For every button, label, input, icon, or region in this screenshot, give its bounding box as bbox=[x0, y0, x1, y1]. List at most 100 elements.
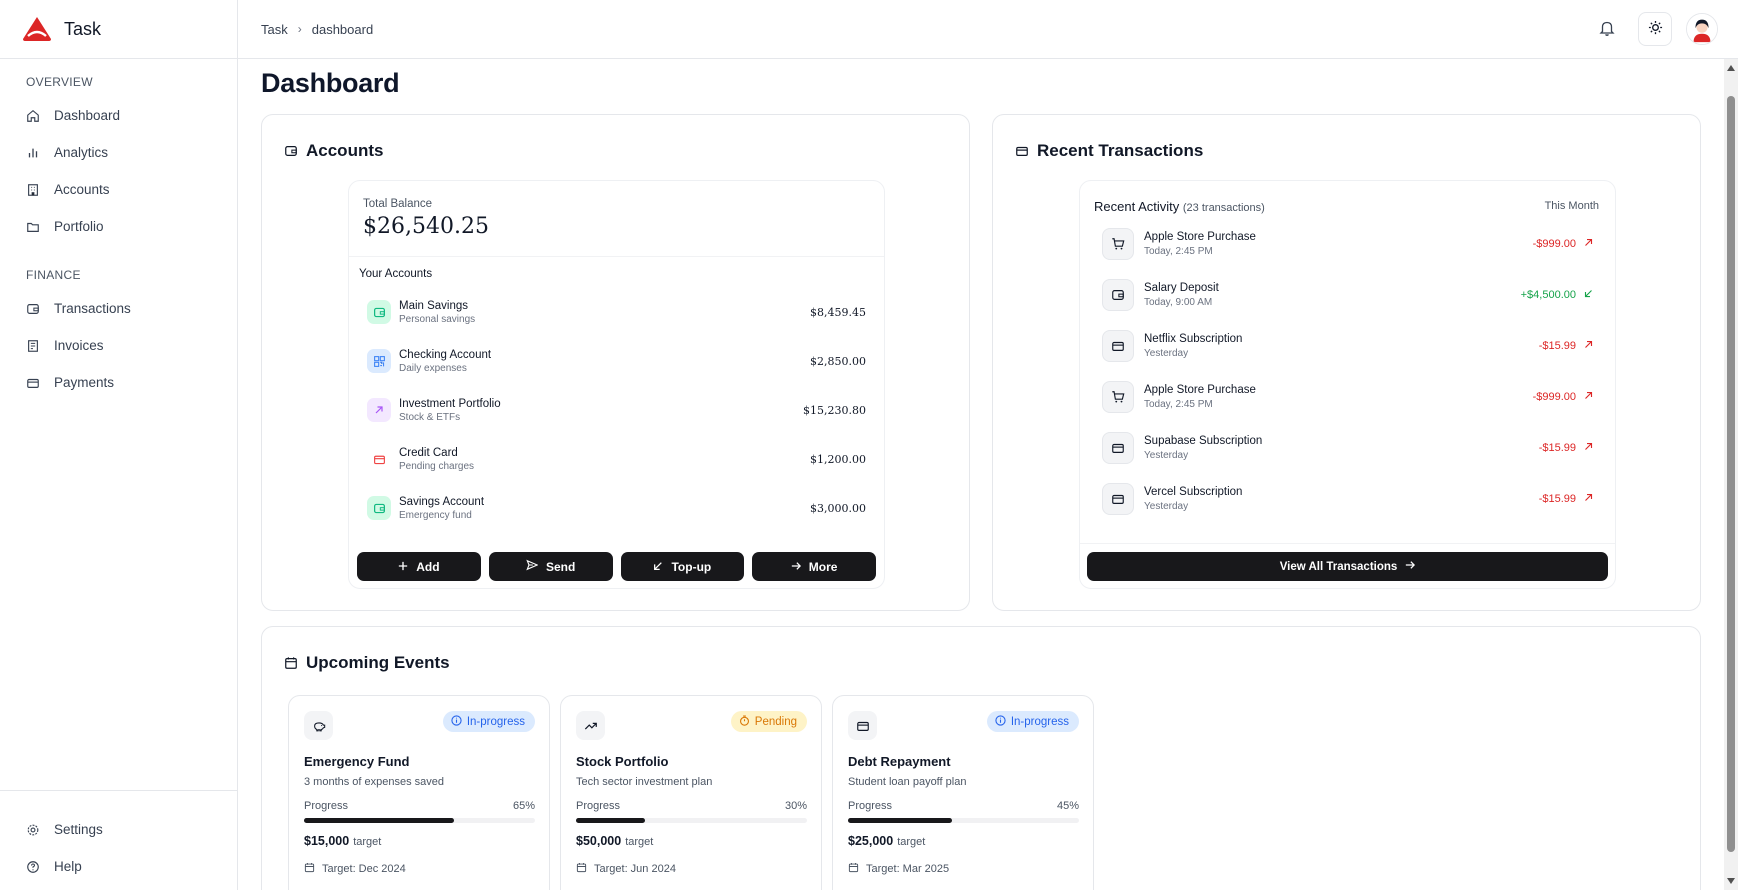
transaction-name: Apple Store Purchase bbox=[1144, 383, 1256, 396]
status-badge: In-progress bbox=[442, 711, 535, 732]
target-date: Target: Jun 2024 bbox=[594, 863, 676, 875]
transaction-row[interactable]: Apple Store Purchase Today, 2:45 PM -$99… bbox=[1102, 226, 1593, 262]
breadcrumb-root[interactable]: Task bbox=[261, 22, 288, 37]
transaction-amount: +$4,500.00 bbox=[1521, 289, 1593, 301]
cart-icon bbox=[1102, 228, 1134, 260]
account-amount: $1,200.00 bbox=[810, 452, 866, 466]
cart-icon bbox=[1102, 381, 1134, 413]
account-name: Main Savings bbox=[399, 299, 469, 312]
sidebar-item-label: Invoices bbox=[54, 338, 104, 353]
send-button[interactable]: Send bbox=[488, 552, 613, 581]
transaction-info: Netflix Subscription Yesterday bbox=[1144, 332, 1242, 361]
wallet-icon bbox=[284, 144, 298, 158]
event-card[interactable]: Pending Stock Portfolio Tech sector inve… bbox=[560, 695, 822, 890]
avatar[interactable] bbox=[1686, 13, 1718, 45]
arrow-down-left-icon bbox=[653, 560, 663, 574]
account-sub: Stock & ETFs bbox=[399, 411, 461, 423]
brand[interactable]: Task bbox=[0, 0, 237, 59]
progress-fill bbox=[848, 818, 952, 823]
transaction-info: Apple Store Purchase Today, 2:45 PM bbox=[1144, 383, 1256, 412]
scrollbar-thumb[interactable] bbox=[1727, 96, 1735, 852]
sidebar-item-payments[interactable]: Payments bbox=[0, 364, 237, 401]
accounts-card-title: Accounts bbox=[284, 141, 383, 161]
qr-code-icon bbox=[367, 349, 391, 373]
arrow-up-right-icon bbox=[1584, 238, 1593, 250]
send-button-label: Send bbox=[545, 559, 576, 574]
transaction-time: Today, 9:00 AM bbox=[1144, 296, 1213, 308]
account-sub: Emergency fund bbox=[399, 509, 472, 521]
account-info: Investment Portfolio Stock & ETFs bbox=[399, 397, 501, 424]
account-row[interactable]: Savings Account Emergency fund $3,000.00 bbox=[367, 490, 866, 526]
period-label[interactable]: This Month bbox=[1545, 200, 1599, 212]
credit-card-icon bbox=[26, 376, 40, 390]
sidebar-item-help[interactable]: Help bbox=[0, 848, 237, 885]
transactions-panel: Recent Activity (23 transactions) This M… bbox=[1079, 180, 1616, 589]
arrow-down-left-icon bbox=[1584, 289, 1593, 301]
bell-icon bbox=[1598, 19, 1616, 40]
transactions-card-title: Recent Transactions bbox=[1015, 141, 1203, 161]
piggy-bank-icon bbox=[304, 711, 333, 740]
progress-label: Progress bbox=[304, 800, 349, 812]
sidebar-item-dashboard[interactable]: Dashboard bbox=[0, 97, 237, 134]
status-text: Pending bbox=[754, 715, 797, 728]
target-amount: $50,000 bbox=[576, 834, 622, 848]
view-all-transactions-button[interactable]: View All Transactions bbox=[1087, 552, 1608, 581]
transaction-amount: -$15.99 bbox=[1539, 493, 1593, 505]
account-row[interactable]: Checking Account Daily expenses $2,850.0… bbox=[367, 343, 866, 379]
status-text: In-progress bbox=[466, 715, 525, 728]
account-row[interactable]: Main Savings Personal savings $8,459.45 bbox=[367, 294, 866, 330]
account-amount: $2,850.00 bbox=[810, 354, 866, 368]
sidebar-item-label: Transactions bbox=[54, 301, 131, 316]
amount-text: -$999.00 bbox=[1532, 238, 1576, 250]
status-text: In-progress bbox=[1010, 715, 1069, 728]
transaction-row[interactable]: Supabase Subscription Yesterday -$15.99 bbox=[1102, 430, 1593, 466]
account-row[interactable]: Credit Card Pending charges $1,200.00 bbox=[367, 441, 866, 477]
sidebar-item-transactions[interactable]: Transactions bbox=[0, 290, 237, 327]
sidebar-item-settings[interactable]: Settings bbox=[0, 811, 237, 848]
event-date: Target: Dec 2024 bbox=[304, 862, 406, 876]
transaction-row[interactable]: Vercel Subscription Yesterday -$15.99 bbox=[1102, 481, 1593, 517]
sidebar-item-invoices[interactable]: Invoices bbox=[0, 327, 237, 364]
transaction-time: Today, 2:45 PM bbox=[1144, 245, 1213, 257]
target-suffix: target bbox=[897, 836, 926, 848]
transaction-amount: -$999.00 bbox=[1533, 238, 1593, 250]
event-card[interactable]: In-progress Debt Repayment Student loan … bbox=[832, 695, 1094, 890]
progress-bar bbox=[848, 818, 1079, 823]
notifications-button[interactable] bbox=[1590, 12, 1624, 46]
transaction-row[interactable]: Salary Deposit Today, 9:00 AM +$4,500.00 bbox=[1102, 277, 1593, 313]
add-button[interactable]: Add bbox=[357, 552, 481, 581]
account-actions: Add Send Top-up More bbox=[357, 552, 876, 581]
topup-button[interactable]: Top-up bbox=[620, 552, 745, 581]
bar-chart-icon bbox=[26, 146, 40, 160]
event-title: Stock Portfolio bbox=[576, 754, 669, 769]
total-balance-label: Total Balance bbox=[363, 198, 433, 210]
scroll-down-arrow[interactable] bbox=[1727, 878, 1735, 884]
sidebar-item-analytics[interactable]: Analytics bbox=[0, 134, 237, 171]
transaction-row[interactable]: Netflix Subscription Yesterday -$15.99 bbox=[1102, 328, 1593, 364]
account-row[interactable]: Investment Portfolio Stock & ETFs $15,23… bbox=[367, 392, 866, 428]
info-icon bbox=[451, 714, 462, 729]
more-button[interactable]: More bbox=[752, 552, 876, 581]
sidebar-item-accounts[interactable]: Accounts bbox=[0, 171, 237, 208]
building-icon bbox=[26, 183, 40, 197]
events-card-title: Upcoming Events bbox=[284, 653, 450, 673]
transaction-row[interactable]: Apple Store Purchase Today, 2:45 PM -$99… bbox=[1102, 379, 1593, 415]
theme-toggle-button[interactable] bbox=[1638, 12, 1672, 46]
sidebar-item-label: Settings bbox=[54, 822, 103, 837]
more-button-label: More bbox=[808, 559, 838, 574]
account-sub: Daily expenses bbox=[399, 362, 467, 374]
progress-label: Progress bbox=[576, 800, 621, 812]
sidebar-item-portfolio[interactable]: Portfolio bbox=[0, 208, 237, 245]
status-badge: Pending bbox=[730, 711, 807, 732]
vertical-scrollbar[interactable] bbox=[1724, 59, 1738, 890]
progress-value: 65% bbox=[512, 800, 535, 812]
scroll-up-arrow[interactable] bbox=[1727, 65, 1735, 71]
sidebar-item-label: Dashboard bbox=[54, 108, 121, 123]
arrow-right-icon bbox=[1405, 560, 1416, 573]
transaction-name: Apple Store Purchase bbox=[1144, 230, 1256, 243]
transactions-card: Recent Transactions Recent Activity (23 … bbox=[992, 114, 1701, 611]
event-card[interactable]: In-progress Emergency Fund 3 months of e… bbox=[288, 695, 550, 890]
account-amount: $3,000.00 bbox=[810, 501, 866, 515]
target-amount: $15,000 bbox=[304, 834, 350, 848]
target-suffix: target bbox=[353, 836, 382, 848]
